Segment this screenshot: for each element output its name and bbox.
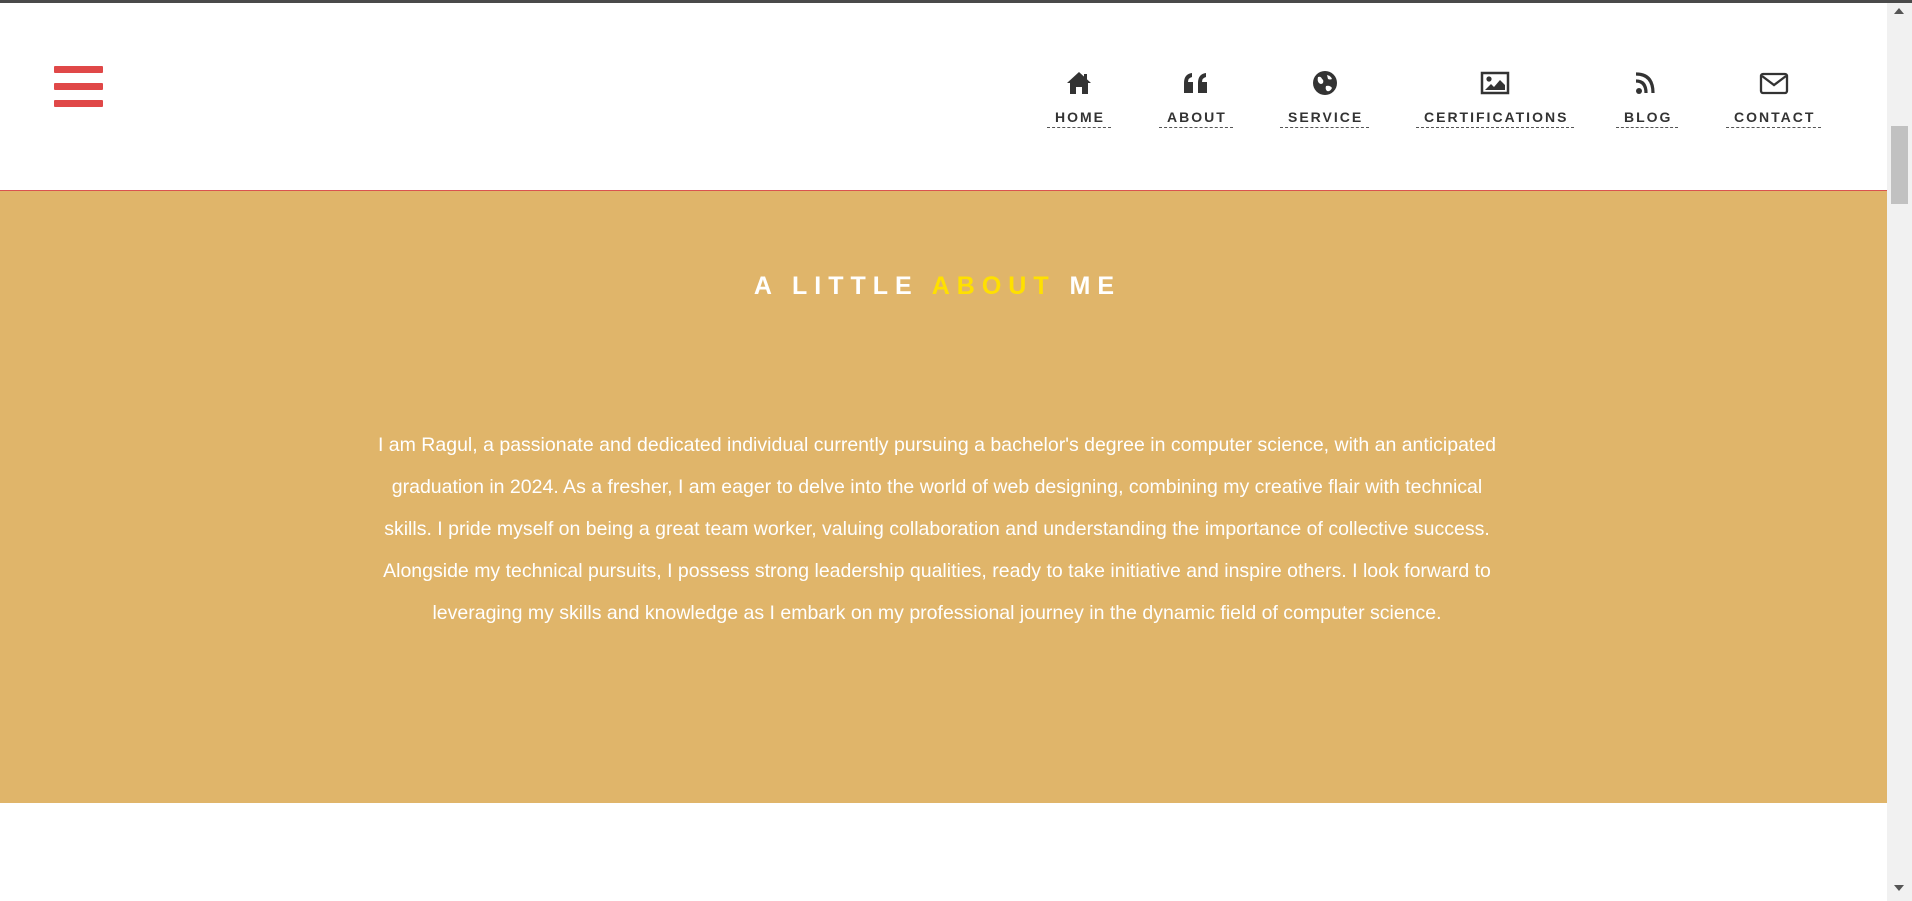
about-title: A LITTLE ABOUT ME [0, 272, 1875, 301]
scrollbar-thumb[interactable] [1891, 126, 1908, 204]
quote-icon [1183, 73, 1207, 93]
about-title-part2: ME [1055, 271, 1122, 300]
nav-label-blog: BLOG [1616, 109, 1679, 128]
about-title-part1: A LITTLE [753, 271, 932, 300]
home-icon [1067, 72, 1091, 94]
main-nav: HOME ABOUT SERVICE CERTIFICATIONS BLOG C… [0, 69, 1887, 139]
scroll-up-arrow-icon[interactable] [1894, 8, 1904, 14]
envelope-icon [1759, 72, 1788, 95]
scroll-down-arrow-icon[interactable] [1894, 885, 1904, 891]
nav-item-home[interactable]: HOME [1047, 69, 1111, 128]
page-viewport: HOME ABOUT SERVICE CERTIFICATIONS BLOG C… [0, 3, 1887, 901]
vertical-scrollbar[interactable] [1887, 3, 1912, 901]
next-section [0, 803, 1887, 901]
nav-item-service[interactable]: SERVICE [1280, 69, 1370, 128]
rss-icon [1636, 72, 1655, 94]
nav-label-contact: CONTACT [1726, 109, 1822, 128]
nav-label-home: HOME [1047, 109, 1111, 128]
nav-label-certifications: CERTIFICATIONS [1416, 109, 1575, 128]
about-title-accent: ABOUT [931, 271, 1056, 300]
nav-item-certifications[interactable]: CERTIFICATIONS [1416, 69, 1575, 128]
site-header: HOME ABOUT SERVICE CERTIFICATIONS BLOG C… [0, 3, 1887, 191]
about-description: I am Ragul, a passionate and dedicated i… [377, 433, 1497, 624]
about-section: A LITTLE ABOUT ME I am Ragul, a passiona… [0, 191, 1887, 803]
nav-label-service: SERVICE [1280, 109, 1370, 128]
nav-item-blog[interactable]: BLOG [1616, 69, 1679, 128]
nav-item-about[interactable]: ABOUT [1159, 69, 1233, 128]
nav-label-about: ABOUT [1159, 109, 1233, 128]
globe-icon [1312, 71, 1337, 95]
nav-item-contact[interactable]: CONTACT [1726, 69, 1822, 128]
image-icon [1480, 71, 1510, 95]
